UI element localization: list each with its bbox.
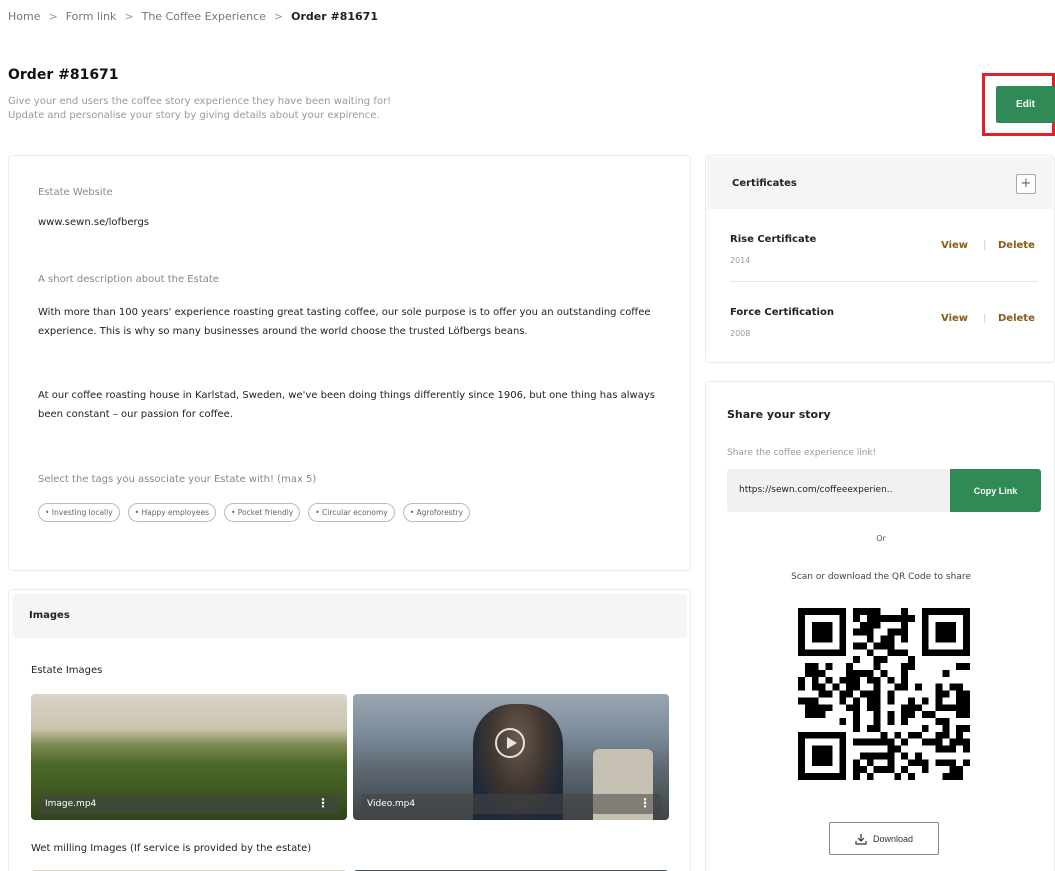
delete-certificate-link[interactable]: Delete [998,240,1035,251]
view-certificate-link[interactable]: View [941,313,968,324]
subtitle-line-2: Update and personalise your story by giv… [8,110,380,121]
download-qr-button[interactable]: Download [829,822,939,855]
breadcrumb-form-link[interactable]: Form link [66,10,117,23]
tag-happy-employees[interactable]: • Happy employees [127,503,216,522]
share-link-field[interactable]: https://sewn.com/coffeeexperien.. [727,469,950,512]
copy-link-button[interactable]: Copy Link [950,469,1041,512]
certificates-card: Certificates + Rise Certificate 2014 Vie… [705,155,1055,363]
estate-tags-label: Select the tags you associate your Estat… [38,474,317,485]
play-icon[interactable] [495,728,525,758]
estate-image-thumbnail[interactable]: Image.mp4 ⋮ [31,694,347,820]
tag-investing-locally[interactable]: • Investing locally [38,503,120,522]
delete-certificate-link[interactable]: Delete [998,313,1035,324]
add-certificate-button[interactable]: + [1016,174,1036,194]
more-options-icon[interactable]: ⋮ [639,796,651,810]
subtitle-line-1: Give your end users the coffee story exp… [8,96,392,107]
tag-circular-economy[interactable]: • Circular economy [308,503,395,522]
view-certificate-link[interactable]: View [941,240,968,251]
more-options-icon[interactable]: ⋮ [317,796,329,810]
breadcrumb-current: Order #81671 [291,10,378,23]
share-story-card: Share your story Share the coffee experi… [705,381,1055,871]
scan-qr-instructions: Scan or download the QR Code to share [791,572,971,582]
action-divider: | [983,240,987,251]
download-icon [855,833,867,845]
estate-description-paragraph-2: At our coffee roasting house in Karlstad… [38,390,655,420]
breadcrumb-separator: > [48,10,58,23]
share-subtitle: Share the coffee experience link! [727,448,877,458]
certificates-header: Certificates + [707,157,1053,209]
breadcrumb-separator: > [273,10,284,23]
qr-code [798,608,970,780]
certificate-row: Force Certification 2008 View | Delete [730,307,1038,367]
tag-pocket-friendly[interactable]: • Pocket friendly [223,503,301,522]
media-filename: Video.mp4 [367,799,416,809]
breadcrumb-home[interactable]: Home [8,10,40,23]
certificate-name: Rise Certificate [730,234,817,245]
media-caption-bar: Image.mp4 ⋮ [39,794,339,814]
page-title: Order #81671 [8,67,119,83]
breadcrumb: Home > Form link > The Coffee Experience… [8,10,378,23]
edit-button[interactable]: Edit [996,86,1055,123]
estate-description-paragraph-1: With more than 100 years' experience roa… [38,307,651,337]
estate-tags: • Investing locally • Happy employees • … [38,503,471,522]
plus-icon: + [1020,176,1032,191]
share-title: Share your story [727,408,831,421]
estate-website-label: Estate Website [38,187,113,198]
certificate-row: Rise Certificate 2014 View | Delete [730,234,1038,294]
share-link-text: https://sewn.com/coffeeexperien.. [739,485,893,495]
estate-details-card: Estate Website www.sewn.se/lofbergs A sh… [8,155,691,571]
estate-images-label: Estate Images [31,665,103,676]
estate-description-label: A short description about the Estate [38,274,219,285]
breadcrumb-separator: > [124,10,134,23]
certificate-divider [730,281,1038,282]
tag-agroforestry[interactable]: • Agroforestry [402,503,471,522]
media-caption-bar: Video.mp4 ⋮ [361,794,661,814]
certificates-title: Certificates [732,178,797,189]
images-card: Images Estate Images Image.mp4 ⋮ Video.m… [8,589,691,871]
estate-website-value[interactable]: www.sewn.se/lofbergs [38,217,149,228]
images-section-header: Images [13,594,687,638]
estate-video-thumbnail[interactable]: Video.mp4 ⋮ [353,694,669,820]
or-separator: Or [876,534,886,543]
certificate-name: Force Certification [730,307,834,318]
images-section-title: Images [29,610,70,621]
download-label: Download [872,833,914,844]
certificate-year: 2008 [730,329,751,338]
wet-milling-images-label: Wet milling Images (If service is provid… [31,843,312,854]
media-filename: Image.mp4 [45,799,97,809]
breadcrumb-coffee-experience[interactable]: The Coffee Experience [142,10,266,23]
certificate-year: 2014 [730,256,751,265]
page-subtitle: Give your end users the coffee story exp… [8,95,528,123]
action-divider: | [983,313,987,324]
